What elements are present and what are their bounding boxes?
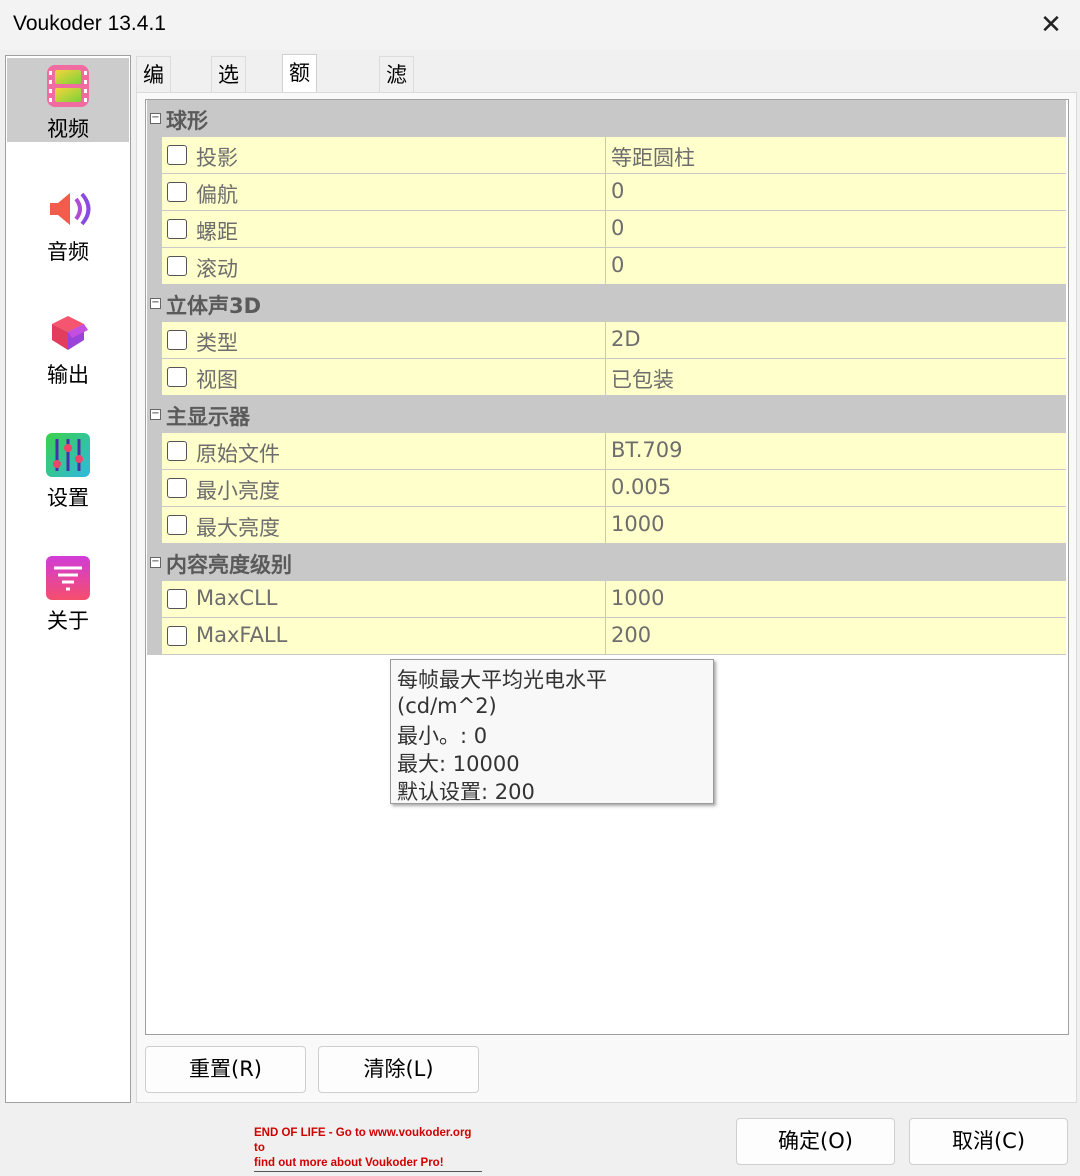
property-row[interactable]: 最小亮度 0.005 [147, 470, 1066, 507]
end-of-life-notice[interactable]: END OF LIFE - Go to www.voukoder.org to … [254, 1126, 484, 1172]
property-value[interactable]: 0 [611, 179, 624, 203]
eol-line-2: find out more about Voukoder Pro! [254, 1156, 482, 1172]
sidebar-item-settings[interactable]: 设置 [7, 427, 129, 511]
property-row[interactable]: 视图 已包装 [147, 359, 1066, 396]
property-label: 最大亮度 [196, 516, 280, 540]
property-label: 滚动 [196, 257, 238, 281]
tooltip-max: 最大: 10000 [397, 752, 520, 776]
property-row[interactable]: 偏航 0 [147, 174, 1066, 211]
property-value[interactable]: 已包装 [611, 364, 674, 394]
property-row[interactable]: 螺距 0 [147, 211, 1066, 248]
property-label: 螺距 [196, 220, 238, 244]
property-row[interactable]: 滚动 0 [147, 248, 1066, 285]
property-row[interactable]: 原始文件 BT.709 [147, 433, 1066, 470]
property-value[interactable]: 等距圆柱 [611, 142, 695, 172]
property-value[interactable]: 1000 [611, 586, 664, 610]
sidebar-item-label: 视频 [47, 117, 89, 141]
tab-options[interactable]: 选项 [211, 56, 246, 123]
checkbox[interactable] [167, 589, 187, 609]
sidebar-item-label: 输出 [47, 363, 89, 387]
sidebar-item-about[interactable]: 关于 [7, 550, 129, 634]
tab-panel: − 球形 投影 等距圆柱 偏航 0 螺距 0 滚动 0 − 立体声3D 类型 2… [136, 92, 1077, 1103]
close-icon[interactable]: ✕ [1036, 10, 1066, 40]
checkbox[interactable] [167, 478, 187, 498]
checkbox[interactable] [167, 182, 187, 202]
sidebar-item-video[interactable]: 视频 [7, 58, 129, 142]
property-value[interactable]: 0 [611, 216, 624, 240]
tab-side-data[interactable]: 额外数据 [282, 54, 317, 193]
property-label: 偏航 [196, 183, 238, 207]
property-label: 类型 [196, 331, 238, 355]
category-spherical[interactable]: − 球形 [147, 100, 1066, 137]
window-title: Voukoder 13.4.1 [13, 12, 166, 35]
box-icon [52, 316, 88, 350]
sidebar-item-label: 关于 [47, 609, 89, 633]
checkbox[interactable] [167, 626, 187, 646]
property-row[interactable]: MaxFALL 200 [147, 618, 1066, 655]
checkbox[interactable] [167, 515, 187, 535]
clear-button[interactable]: 清除(L) [318, 1046, 479, 1093]
sidebar-item-label: 音频 [47, 240, 89, 264]
property-value[interactable]: 0 [611, 253, 624, 277]
speaker-icon [50, 192, 91, 226]
category-stereo3d[interactable]: − 立体声3D [147, 285, 1066, 322]
checkbox[interactable] [167, 256, 187, 276]
property-value[interactable]: 1000 [611, 512, 664, 536]
collapse-icon[interactable]: − [150, 409, 161, 420]
eol-line-1: END OF LIFE - Go to www.voukoder.org to [254, 1127, 472, 1154]
property-row[interactable]: 最大亮度 1000 [147, 507, 1066, 544]
category-name: 立体声3D [166, 294, 262, 318]
property-value[interactable]: 2D [611, 327, 641, 351]
property-grid: − 球形 投影 等距圆柱 偏航 0 螺距 0 滚动 0 − 立体声3D 类型 2… [145, 99, 1069, 1035]
sidebar-item-output[interactable]: 输出 [7, 304, 129, 388]
property-label: 投影 [196, 146, 238, 170]
checkbox[interactable] [167, 330, 187, 350]
sidebar-item-audio[interactable]: 音频 [7, 181, 129, 265]
property-label: 原始文件 [196, 442, 280, 466]
category-mastering-display[interactable]: − 主显示器 [147, 396, 1066, 433]
cancel-button[interactable]: 取消(C) [909, 1118, 1068, 1165]
sidebar-item-label: 设置 [47, 486, 89, 510]
checkbox[interactable] [167, 367, 187, 387]
tooltip-min: 最小。: 0 [397, 724, 488, 748]
property-row[interactable]: 投影 等距圆柱 [147, 137, 1066, 174]
property-value[interactable]: 0.005 [611, 475, 671, 499]
property-label: MaxFALL [196, 623, 288, 647]
collapse-icon[interactable]: − [150, 113, 161, 124]
property-value[interactable]: 200 [611, 623, 651, 647]
collapse-icon[interactable]: − [150, 557, 161, 568]
property-label: 视图 [196, 368, 238, 392]
reset-button[interactable]: 重置(R) [145, 1046, 306, 1093]
property-value[interactable]: BT.709 [611, 438, 683, 462]
category-name: 球形 [166, 109, 208, 133]
collapse-icon[interactable]: − [150, 298, 161, 309]
property-label: 最小亮度 [196, 479, 280, 503]
checkbox[interactable] [167, 219, 187, 239]
tooltip: 每帧最大平均光电水平 (cd/m^2) 最小。: 0 最大: 10000 默认设… [390, 659, 714, 804]
property-row[interactable]: 类型 2D [147, 322, 1066, 359]
checkbox[interactable] [167, 441, 187, 461]
tooltip-description: 每帧最大平均光电水平 (cd/m^2) [397, 668, 607, 718]
property-row[interactable]: MaxCLL 1000 [147, 581, 1066, 618]
sidebar: 视频 音频 输出 设置 关于 [5, 55, 131, 1103]
tab-encoder[interactable]: 编码器 [136, 56, 171, 159]
title-bar: Voukoder 13.4.1 ✕ [0, 0, 1080, 50]
tab-filters[interactable]: 滤镜 [379, 56, 414, 123]
sliders-icon [46, 433, 90, 477]
ok-button[interactable]: 确定(O) [736, 1118, 895, 1165]
category-name: 主显示器 [166, 405, 250, 429]
category-name: 内容亮度级别 [166, 553, 292, 577]
property-label: MaxCLL [196, 586, 278, 610]
video-film-icon [47, 65, 89, 107]
tooltip-default: 默认设置: 200 [397, 780, 535, 804]
checkbox[interactable] [167, 145, 187, 165]
category-content-light-level[interactable]: − 内容亮度级别 [147, 544, 1066, 581]
tornado-logo-icon [46, 556, 90, 600]
